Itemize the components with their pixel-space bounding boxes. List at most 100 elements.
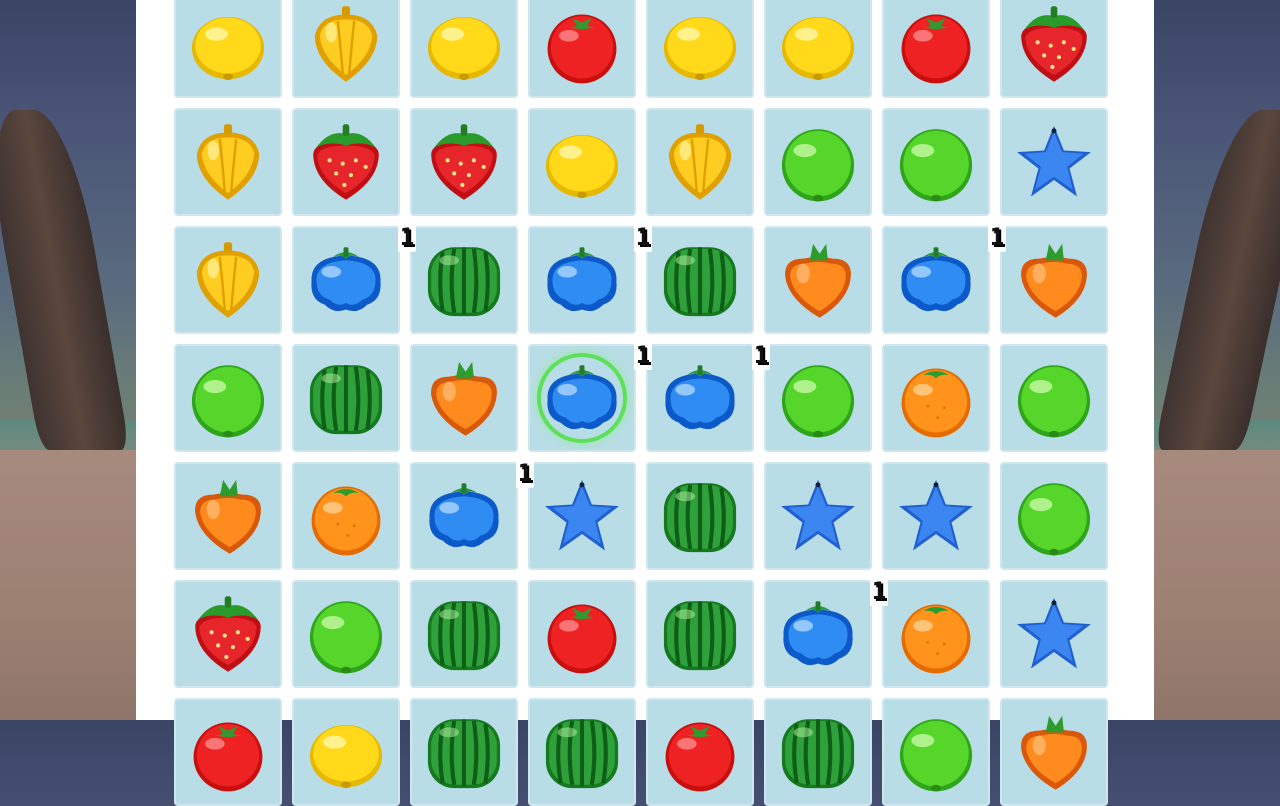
blueberry-icon[interactable] (305, 239, 387, 321)
tomato-icon[interactable] (895, 3, 977, 85)
star-icon[interactable] (1013, 593, 1095, 675)
star-icon[interactable] (1013, 121, 1095, 203)
board-cell[interactable] (528, 698, 636, 806)
lime-icon[interactable] (895, 121, 977, 203)
watermelon-icon[interactable] (305, 357, 387, 439)
lime-icon[interactable] (1013, 475, 1095, 557)
lime-icon[interactable] (1013, 357, 1095, 439)
blueberry-icon[interactable] (895, 239, 977, 321)
board-cell[interactable] (764, 0, 872, 98)
carrot-icon[interactable] (777, 239, 859, 321)
board-cell[interactable] (410, 580, 518, 688)
lemon-icon[interactable] (541, 121, 623, 203)
lemon-icon[interactable] (659, 3, 741, 85)
lemon-icon[interactable] (777, 3, 859, 85)
orange-icon[interactable] (895, 357, 977, 439)
carrot-icon[interactable] (1013, 711, 1095, 793)
board-cell[interactable]: 1 (528, 340, 652, 452)
watermelon-icon[interactable] (777, 711, 859, 793)
blueberry-icon[interactable] (423, 475, 505, 557)
board-cell[interactable] (764, 698, 872, 806)
pepper-icon[interactable] (187, 239, 269, 321)
board-cell[interactable]: 1 (646, 340, 770, 452)
lemon-icon[interactable] (305, 711, 387, 793)
board-cell[interactable] (764, 108, 872, 216)
board-cell[interactable] (882, 698, 990, 806)
lemon-icon[interactable] (187, 3, 269, 85)
lime-icon[interactable] (777, 357, 859, 439)
board-cell[interactable] (764, 226, 872, 334)
board-cell[interactable] (174, 0, 282, 98)
lime-icon[interactable] (895, 711, 977, 793)
board-cell[interactable] (292, 580, 400, 688)
board-cell[interactable] (528, 0, 636, 98)
tomato-icon[interactable] (541, 593, 623, 675)
board-cell[interactable] (174, 462, 282, 570)
board-cell[interactable] (410, 344, 518, 452)
board-cell[interactable] (882, 0, 990, 98)
board-cell[interactable] (292, 0, 400, 98)
board-cell[interactable] (764, 462, 872, 570)
blueberry-icon[interactable] (659, 357, 741, 439)
pepper-icon[interactable] (659, 121, 741, 203)
pepper-icon[interactable] (305, 3, 387, 85)
strawberry-icon[interactable] (1013, 3, 1095, 85)
board-cell[interactable] (882, 344, 990, 452)
board-cell[interactable] (1000, 0, 1108, 98)
board-cell[interactable] (410, 0, 518, 98)
star-icon[interactable] (777, 475, 859, 557)
star-icon[interactable] (541, 475, 623, 557)
board-cell[interactable] (1000, 698, 1108, 806)
board-cell[interactable] (410, 698, 518, 806)
board-cell[interactable]: 1 (292, 222, 416, 334)
board-cell[interactable] (292, 108, 400, 216)
lime-icon[interactable] (305, 593, 387, 675)
board-cell[interactable] (1000, 226, 1108, 334)
blueberry-icon[interactable] (541, 357, 623, 439)
board-cell[interactable] (174, 580, 282, 688)
watermelon-icon[interactable] (659, 475, 741, 557)
board-cell[interactable] (410, 226, 518, 334)
board-cell[interactable] (174, 344, 282, 452)
board-cell[interactable] (292, 698, 400, 806)
board-cell[interactable] (882, 580, 990, 688)
tomato-icon[interactable] (187, 711, 269, 793)
board-cell[interactable] (1000, 108, 1108, 216)
watermelon-icon[interactable] (659, 239, 741, 321)
board-cell[interactable] (1000, 462, 1108, 570)
board-cell[interactable] (646, 108, 754, 216)
board-cell[interactable] (646, 0, 754, 98)
orange-icon[interactable] (305, 475, 387, 557)
board-cell[interactable] (292, 462, 400, 570)
tomato-icon[interactable] (541, 3, 623, 85)
orange-icon[interactable] (895, 593, 977, 675)
lemon-icon[interactable] (423, 3, 505, 85)
watermelon-icon[interactable] (541, 711, 623, 793)
tomato-icon[interactable] (659, 711, 741, 793)
watermelon-icon[interactable] (423, 239, 505, 321)
board-cell[interactable] (410, 108, 518, 216)
board-cell[interactable]: 1 (764, 576, 888, 688)
board-cell[interactable] (292, 344, 400, 452)
carrot-icon[interactable] (423, 357, 505, 439)
board-cell[interactable] (646, 580, 754, 688)
blueberry-icon[interactable] (541, 239, 623, 321)
board-cell[interactable] (1000, 580, 1108, 688)
board-cell[interactable]: 1 (528, 222, 652, 334)
star-icon[interactable] (895, 475, 977, 557)
board-cell[interactable] (646, 698, 754, 806)
board-cell[interactable]: 1 (410, 458, 534, 570)
board-cell[interactable] (174, 226, 282, 334)
lime-icon[interactable] (187, 357, 269, 439)
board-cell[interactable] (1000, 344, 1108, 452)
board-cell[interactable]: 1 (882, 222, 1006, 334)
strawberry-icon[interactable] (187, 593, 269, 675)
lime-icon[interactable] (777, 121, 859, 203)
blueberry-icon[interactable] (777, 593, 859, 675)
carrot-icon[interactable] (1013, 239, 1095, 321)
board-cell[interactable] (646, 226, 754, 334)
strawberry-icon[interactable] (305, 121, 387, 203)
pepper-icon[interactable] (187, 121, 269, 203)
watermelon-icon[interactable] (659, 593, 741, 675)
board-cell[interactable] (528, 108, 636, 216)
